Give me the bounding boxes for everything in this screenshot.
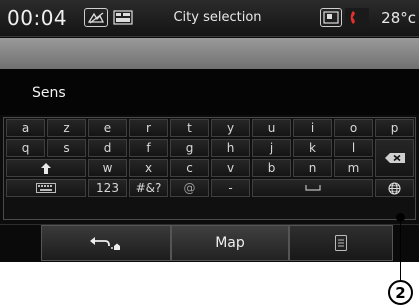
key-s[interactable]: s: [47, 139, 86, 157]
key-v[interactable]: v: [211, 159, 250, 177]
keyboard-layout-key[interactable]: [6, 179, 86, 197]
key-d[interactable]: d: [88, 139, 127, 157]
list-icon: [335, 235, 347, 251]
key-j[interactable]: j: [252, 139, 291, 157]
list-button[interactable]: [289, 225, 393, 261]
callout-line: [400, 217, 401, 281]
numbers-key[interactable]: 123: [88, 179, 127, 197]
back-button[interactable]: [41, 225, 171, 261]
city-input[interactable]: Sens: [32, 85, 66, 101]
on-screen-keyboard: a z e r t y u i o p q s d f g h j k l w …: [3, 117, 416, 220]
city-input-area[interactable]: Sens: [0, 69, 419, 115]
key-m[interactable]: m: [334, 159, 373, 177]
key-o[interactable]: o: [334, 119, 373, 137]
key-f[interactable]: f: [129, 139, 168, 157]
phone-call-icon[interactable]: [345, 8, 369, 27]
key-h[interactable]: h: [211, 139, 250, 157]
key-q[interactable]: q: [6, 139, 45, 157]
globe-icon: [388, 181, 401, 195]
key-i[interactable]: i: [293, 119, 332, 137]
symbols-key[interactable]: #&?: [129, 179, 168, 197]
key-c[interactable]: c: [170, 159, 209, 177]
shift-icon: [41, 162, 51, 174]
key-x[interactable]: x: [129, 159, 168, 177]
outside-temperature: 28°c: [381, 9, 416, 27]
key-z[interactable]: z: [47, 119, 86, 137]
space-icon: [304, 185, 321, 191]
key-g[interactable]: g: [170, 139, 209, 157]
key-n[interactable]: n: [293, 159, 332, 177]
map-button[interactable]: Map: [171, 225, 289, 261]
suggestion-bar: [0, 38, 419, 69]
backspace-key[interactable]: [375, 139, 414, 177]
key-a[interactable]: a: [6, 119, 45, 137]
globe-key[interactable]: [375, 179, 414, 197]
bottom-bar: Map: [0, 224, 419, 262]
key-dash[interactable]: -: [211, 179, 250, 197]
keyboard-layout-icon: [36, 183, 56, 193]
key-y[interactable]: y: [211, 119, 250, 137]
key-b[interactable]: b: [252, 159, 291, 177]
status-bar: 00:04 City selection 28°c: [0, 0, 419, 37]
key-k[interactable]: k: [293, 139, 332, 157]
phone-book-icon[interactable]: [320, 8, 342, 27]
key-u[interactable]: u: [252, 119, 291, 137]
key-l[interactable]: l: [334, 139, 373, 157]
back-home-icon: [90, 237, 120, 250]
key-at[interactable]: @: [170, 179, 209, 197]
backspace-icon: [384, 153, 405, 163]
key-w[interactable]: w: [88, 159, 127, 177]
key-t[interactable]: t: [170, 119, 209, 137]
nav-screen: 00:04 City selection 28°c Sens a z e r t…: [0, 0, 419, 262]
shift-key[interactable]: [6, 159, 86, 177]
callout-label: 2: [388, 280, 413, 305]
key-e[interactable]: e: [88, 119, 127, 137]
key-p[interactable]: p: [375, 119, 414, 137]
space-key[interactable]: [252, 179, 373, 197]
key-r[interactable]: r: [129, 119, 168, 137]
